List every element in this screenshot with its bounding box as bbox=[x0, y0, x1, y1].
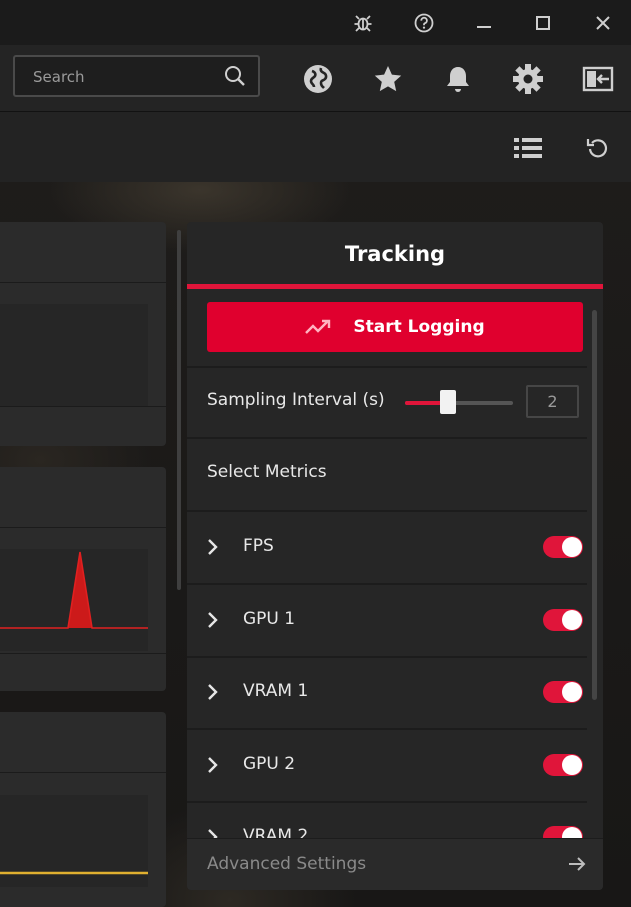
metric-row-gpu2[interactable]: GPU 2 bbox=[187, 729, 587, 801]
metric-toggle-gpu1[interactable] bbox=[543, 609, 583, 631]
metric-toggle-fps[interactable] bbox=[543, 536, 583, 558]
star-icon[interactable] bbox=[371, 62, 405, 96]
left-scrollbar[interactable] bbox=[177, 230, 181, 590]
close-icon[interactable] bbox=[590, 10, 616, 36]
search-box[interactable] bbox=[13, 55, 260, 97]
bell-icon[interactable] bbox=[441, 62, 475, 96]
title-bar bbox=[0, 0, 631, 45]
tracking-panel: Tracking Start Logging Sampling Interval… bbox=[187, 222, 603, 890]
metric-row-fps[interactable]: FPS bbox=[187, 511, 587, 583]
globe-icon[interactable] bbox=[301, 62, 335, 96]
card-plot bbox=[0, 795, 148, 887]
metric-label: FPS bbox=[243, 536, 274, 556]
metric-card bbox=[0, 712, 166, 907]
chevron-right-icon[interactable] bbox=[205, 537, 221, 557]
metric-card bbox=[0, 467, 166, 691]
sub-toolbar bbox=[0, 112, 631, 182]
panel-title: Tracking bbox=[344, 242, 446, 266]
search-input[interactable] bbox=[15, 57, 235, 97]
metric-toggle-vram1[interactable] bbox=[543, 681, 583, 703]
start-logging-label: Start Logging bbox=[353, 317, 485, 337]
sampling-interval-slider[interactable] bbox=[405, 390, 513, 414]
select-metrics-heading: Select Metrics bbox=[207, 462, 327, 482]
start-logging-button[interactable]: Start Logging bbox=[207, 302, 583, 352]
metric-toggle-gpu2[interactable] bbox=[543, 754, 583, 776]
metric-row-vram1[interactable]: VRAM 1 bbox=[187, 656, 587, 728]
metric-label: GPU 2 bbox=[243, 754, 296, 774]
toolbar bbox=[0, 45, 631, 112]
maximize-icon[interactable] bbox=[530, 10, 556, 36]
arrow-right-icon[interactable] bbox=[567, 854, 587, 878]
gpu-line-chart bbox=[0, 871, 148, 875]
title-underline bbox=[187, 284, 603, 289]
card-plot bbox=[0, 304, 148, 406]
sampling-interval-input[interactable]: 2 bbox=[526, 385, 579, 418]
chevron-right-icon[interactable] bbox=[205, 682, 221, 702]
search-icon[interactable] bbox=[224, 65, 246, 91]
chevron-right-icon[interactable] bbox=[205, 755, 221, 775]
list-icon[interactable] bbox=[512, 132, 544, 164]
exit-panel-icon[interactable] bbox=[581, 62, 615, 96]
metric-card bbox=[0, 222, 166, 446]
metric-label: GPU 1 bbox=[243, 609, 296, 629]
advanced-settings-label: Advanced Settings bbox=[207, 854, 367, 874]
advanced-settings-row[interactable]: Advanced Settings bbox=[187, 838, 603, 890]
trending-up-icon bbox=[305, 319, 331, 335]
card-plot bbox=[0, 549, 148, 651]
gear-icon[interactable] bbox=[511, 62, 545, 96]
slider-knob[interactable] bbox=[440, 390, 457, 414]
metric-label: VRAM 1 bbox=[243, 681, 309, 701]
panel-scrollbar[interactable] bbox=[592, 310, 597, 700]
reset-icon[interactable] bbox=[581, 132, 613, 164]
metric-row-gpu1[interactable]: GPU 1 bbox=[187, 584, 587, 656]
fps-line-chart bbox=[0, 551, 148, 629]
minimize-icon[interactable] bbox=[471, 10, 497, 36]
bug-icon[interactable] bbox=[350, 10, 376, 36]
help-icon[interactable] bbox=[411, 10, 437, 36]
sampling-interval-label: Sampling Interval (s) bbox=[207, 390, 385, 410]
chevron-right-icon[interactable] bbox=[205, 610, 221, 630]
